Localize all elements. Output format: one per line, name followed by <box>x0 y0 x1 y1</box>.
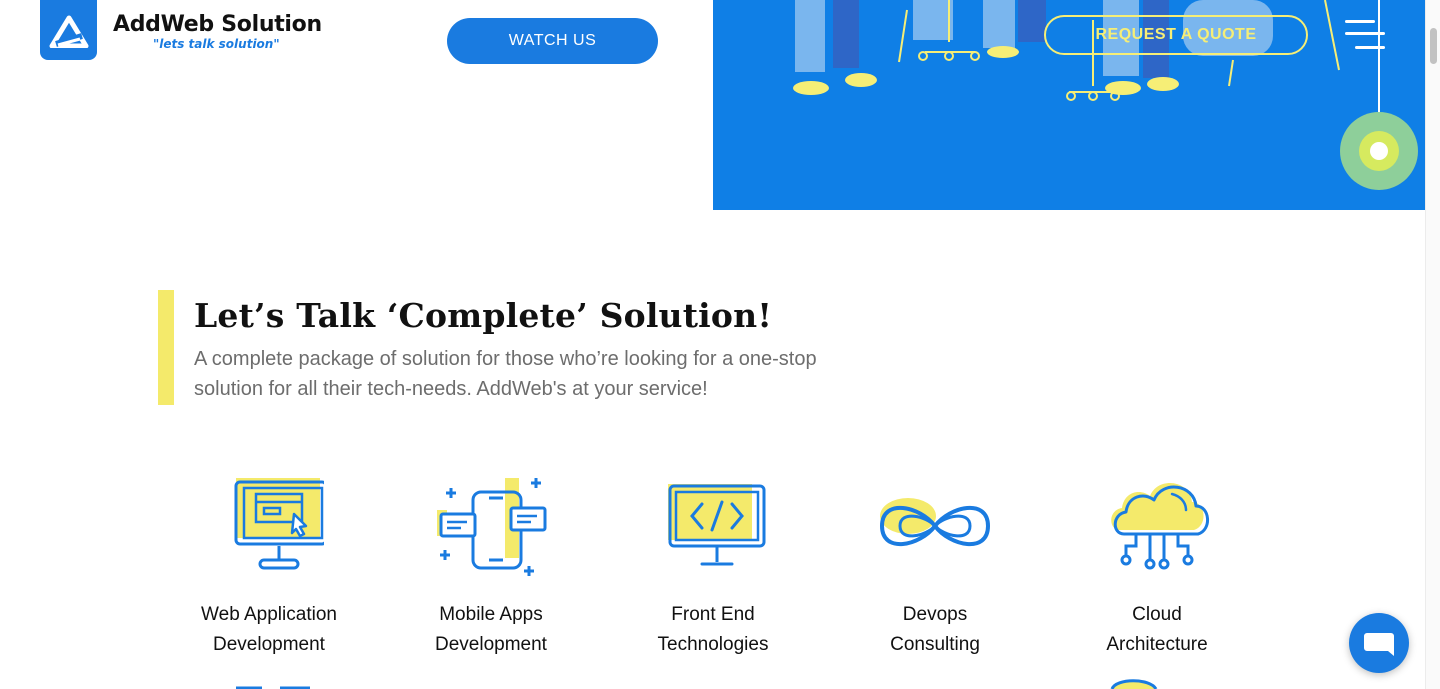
request-quote-button[interactable]: REQUEST A QUOTE <box>1044 15 1308 55</box>
logo-tagline: "lets talk solution" <box>153 37 280 51</box>
chat-bubble-icon <box>1364 633 1394 656</box>
service-label-line1: Mobile Apps <box>439 604 543 625</box>
section-title: Let’s Talk ‘Complete’ Solution! <box>194 296 773 335</box>
mobile-apps-icon <box>437 478 547 576</box>
hamburger-menu-icon[interactable] <box>1343 18 1385 52</box>
infinity-icon <box>879 498 991 546</box>
heading-accent-bar <box>158 290 174 405</box>
service-label-line2: Development <box>435 634 547 655</box>
logo-name: AddWeb Solution <box>113 12 322 37</box>
code-monitor-icon <box>668 484 766 566</box>
service-label-line2: Technologies <box>657 634 769 655</box>
hero-illustration: REQUEST A QUOTE <box>713 0 1425 210</box>
web-app-icon <box>234 478 324 570</box>
brand-logo[interactable]: AddWeb Solution "lets talk solution" <box>40 0 322 60</box>
service-label-line2: Architecture <box>1106 634 1208 655</box>
service-label-line1: Cloud <box>1132 604 1182 625</box>
watch-us-button[interactable]: WATCH US <box>447 18 658 64</box>
pendulum-dot <box>1370 142 1388 160</box>
service-cloud[interactable]: Cloud Architecture <box>1062 470 1252 660</box>
section-subtitle: A complete package of solution for those… <box>194 348 817 400</box>
service-devops[interactable]: Devops Consulting <box>840 470 1030 660</box>
service-web-application[interactable]: Web Application Development <box>174 470 364 660</box>
service-label-line2: Development <box>213 634 325 655</box>
next-row-icon-partial <box>236 686 310 689</box>
cloud-icon <box>1111 483 1209 570</box>
service-mobile-apps[interactable]: Mobile Apps Development <box>396 470 586 660</box>
service-label-line1: Web Application <box>201 604 337 625</box>
service-label-line1: Front End <box>671 604 755 625</box>
scrollbar-thumb[interactable] <box>1430 28 1437 64</box>
logo-mark-icon <box>40 0 97 60</box>
page-scrollbar[interactable] <box>1425 0 1440 689</box>
next-row-icon-partial-2 <box>1110 679 1158 689</box>
service-label-line2: Consulting <box>890 634 980 655</box>
service-label-line1: Devops <box>902 604 968 625</box>
service-front-end[interactable]: Front End Technologies <box>618 470 808 660</box>
chat-widget-button[interactable] <box>1349 613 1409 673</box>
